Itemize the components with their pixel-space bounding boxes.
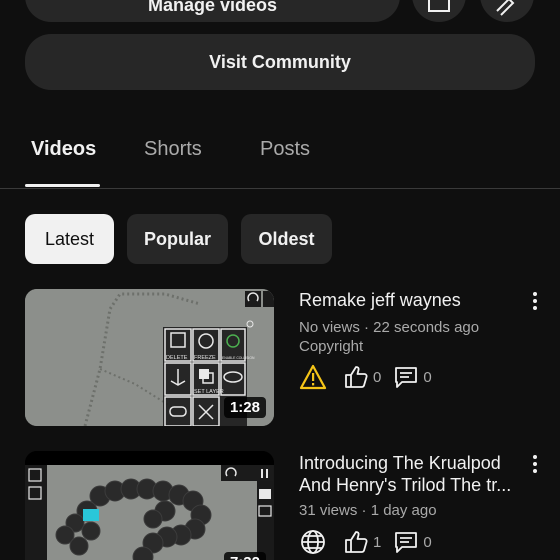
analytics-button[interactable] — [412, 0, 466, 22]
video-meta: 31 views · 1 day ago — [299, 502, 437, 519]
like-icon[interactable] — [343, 364, 369, 390]
manage-videos-label: Manage videos — [147, 0, 278, 15]
overlay-label-delete: DELETE — [166, 355, 188, 361]
comment-count: 0 — [423, 533, 432, 551]
visit-community-label: Visit Community — [209, 51, 351, 72]
like-icon[interactable] — [343, 529, 369, 555]
video-stats: 0 0 — [299, 364, 440, 390]
filter-chip-popular[interactable]: Popular — [127, 214, 228, 264]
filter-chip-label: Latest — [44, 228, 95, 249]
video-stats: 1 0 — [299, 528, 440, 556]
filter-chip-label: Oldest — [258, 228, 315, 249]
overlay-label-set-layer: SET LAYER — [194, 389, 224, 395]
tab-shorts[interactable]: Shorts — [144, 138, 202, 161]
comment-count: 0 — [423, 368, 432, 386]
visit-community-button[interactable]: Visit Community — [25, 34, 535, 90]
more-options-icon[interactable] — [530, 455, 540, 477]
video-meta: No views · 22 seconds ago — [299, 319, 480, 336]
analytics-icon — [428, 0, 450, 12]
tab-videos[interactable]: Videos — [31, 138, 96, 161]
overlay-label-collision: ENABLE COLLISION — [222, 356, 255, 360]
tab-divider — [0, 188, 560, 189]
filter-chip-label: Popular — [143, 228, 211, 249]
copyright-notice: Copyright — [299, 338, 364, 355]
warning-icon[interactable] — [299, 364, 327, 390]
video-title[interactable]: Remake jeff waynes — [299, 289, 524, 311]
edit-button[interactable] — [480, 0, 534, 22]
like-count: 1 — [373, 533, 382, 551]
overlay-label-freeze: FREEZE — [194, 355, 216, 361]
comment-icon[interactable] — [393, 364, 419, 390]
active-tab-indicator — [25, 184, 100, 187]
filter-chip-oldest[interactable]: Oldest — [241, 214, 332, 264]
like-count: 0 — [373, 368, 382, 386]
filter-chip-latest[interactable]: Latest — [25, 214, 114, 264]
tab-posts[interactable]: Posts — [260, 138, 310, 161]
comment-icon[interactable] — [393, 529, 419, 555]
more-options-icon[interactable] — [530, 292, 540, 314]
video-duration: 1:28 — [223, 397, 266, 418]
video-duration: 7:32 — [223, 552, 266, 560]
video-thumbnail[interactable]: 7:32 — [25, 451, 274, 560]
video-title[interactable]: Introducing The Krualpod And Henry's Tri… — [299, 452, 524, 496]
manage-videos-button[interactable]: Manage videos — [25, 0, 400, 22]
globe-icon[interactable] — [299, 528, 327, 556]
thumbnail-image — [25, 451, 274, 560]
video-thumbnail[interactable]: DELETE FREEZE ENABLE COLLISION SET LAYER… — [25, 289, 274, 426]
pencil-icon — [496, 0, 515, 16]
